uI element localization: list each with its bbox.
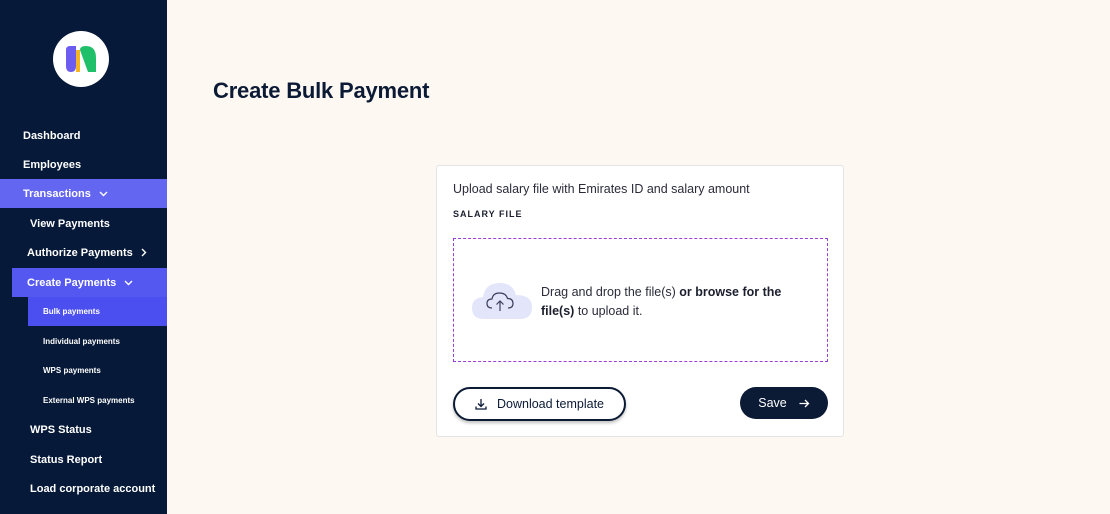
file-dropzone[interactable]: Drag and drop the file(s) or browse for … xyxy=(453,238,828,362)
page-title: Create Bulk Payment xyxy=(213,78,430,103)
sidebar-item-label: Status Report xyxy=(30,453,103,466)
sidebar-item-label: View Payments xyxy=(30,217,110,230)
save-button[interactable]: Save xyxy=(740,387,828,419)
sidebar-item-label: Authorize Payments xyxy=(27,246,133,259)
sidebar-item-label: Bulk payments xyxy=(43,307,100,316)
brand-logo-icon xyxy=(66,46,96,72)
upload-description: Upload salary file with Emirates ID and … xyxy=(453,182,750,196)
sidebar-item-label: Load corporate account xyxy=(30,482,156,495)
upload-card: Upload salary file with Emirates ID and … xyxy=(436,165,844,437)
sidebar-item-view-payments[interactable]: View Payments xyxy=(0,209,167,238)
sidebar-item-load-corporate-account[interactable]: Load corporate account xyxy=(0,474,167,503)
sidebar-item-label: External WPS payments xyxy=(43,396,135,405)
sidebar-item-label: Individual payments xyxy=(43,337,120,346)
dropzone-text: Drag and drop the file(s) or browse for … xyxy=(541,283,801,321)
chevron-down-icon xyxy=(124,280,133,286)
chevron-right-icon xyxy=(141,248,147,257)
arrow-right-icon xyxy=(799,399,810,407)
sidebar-item-label: WPS Status xyxy=(30,423,92,436)
sidebar-item-label: Create Payments xyxy=(27,276,117,289)
sidebar-item-employees[interactable]: Employees xyxy=(0,150,167,179)
download-template-button[interactable]: Download template xyxy=(453,387,626,421)
download-icon xyxy=(475,399,487,410)
chevron-down-icon xyxy=(99,191,108,197)
dropzone-text-prefix: Drag and drop the file(s) xyxy=(541,285,680,299)
dropzone-text-suffix: to upload it. xyxy=(574,304,643,318)
sidebar-item-label: Employees xyxy=(23,158,82,171)
sidebar-item-external-wps-payments[interactable]: External WPS payments xyxy=(0,386,167,415)
logo[interactable] xyxy=(53,31,109,87)
save-label: Save xyxy=(758,396,787,410)
sidebar: Dashboard Employees Transactions View Pa… xyxy=(0,0,167,514)
sidebar-item-label: Dashboard xyxy=(23,129,81,142)
sidebar-item-label: WPS payments xyxy=(43,366,101,375)
sidebar-item-status-report[interactable]: Status Report xyxy=(0,445,167,474)
download-template-label: Download template xyxy=(496,397,604,411)
sidebar-item-wps-payments[interactable]: WPS payments xyxy=(0,356,167,385)
sidebar-item-bulk-payments[interactable]: Bulk payments xyxy=(28,297,167,326)
sidebar-item-authorize-payments[interactable]: Authorize Payments xyxy=(0,238,167,267)
sidebar-item-dashboard[interactable]: Dashboard xyxy=(0,121,167,150)
sidebar-item-individual-payments[interactable]: Individual payments xyxy=(0,327,167,356)
sidebar-item-label: Transactions xyxy=(23,187,91,200)
sidebar-item-transactions[interactable]: Transactions xyxy=(0,179,167,208)
cloud-upload-icon xyxy=(472,283,532,319)
sidebar-item-create-payments[interactable]: Create Payments xyxy=(12,268,167,297)
sidebar-item-wps-status[interactable]: WPS Status xyxy=(0,415,167,444)
salary-file-label: SALARY FILE xyxy=(453,209,523,219)
